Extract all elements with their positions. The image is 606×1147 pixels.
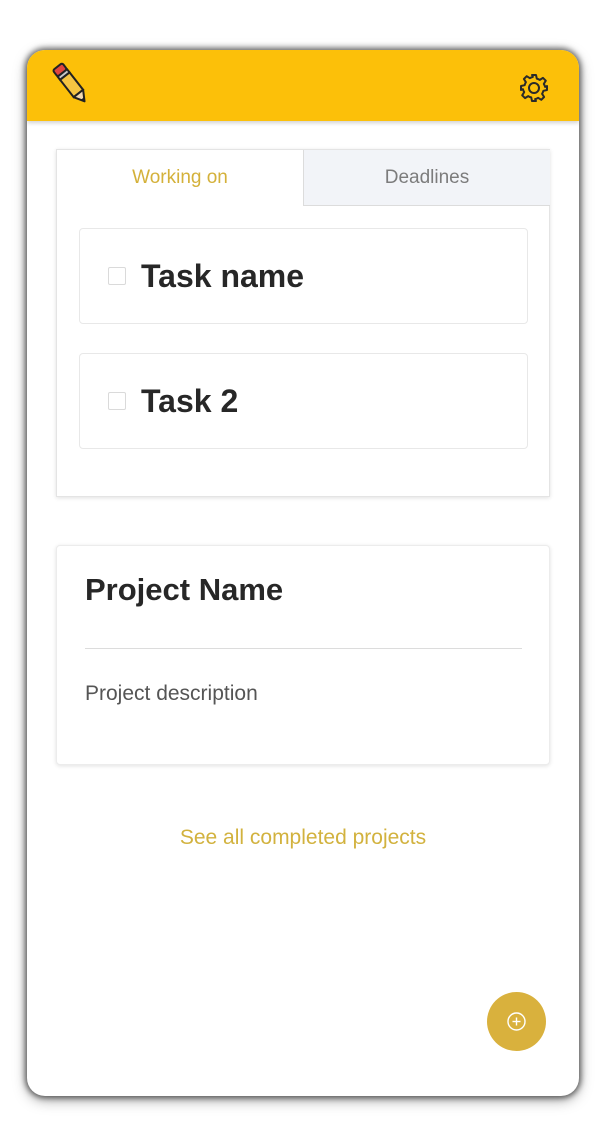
project-description: Project description (85, 682, 258, 705)
task-item[interactable]: Task 2 (79, 353, 528, 449)
gear-icon[interactable] (518, 72, 550, 104)
pencil-icon[interactable] (51, 60, 91, 108)
task-checkbox[interactable] (108, 392, 126, 410)
task-label: Task 2 (141, 383, 239, 419)
see-completed-projects-link[interactable]: See all completed projects (27, 826, 579, 850)
tab-deadlines[interactable]: Deadlines (303, 150, 550, 206)
app-screen: Working on Deadlines Task name Task 2 Pr… (27, 50, 579, 1096)
task-tabs: Working on Deadlines (57, 150, 551, 206)
task-checkbox[interactable] (108, 267, 126, 285)
add-button[interactable] (487, 992, 546, 1051)
tasks-card: Working on Deadlines Task name Task 2 (56, 149, 550, 497)
project-title: Project Name (85, 572, 284, 607)
divider (85, 648, 522, 649)
app-bar (27, 50, 579, 121)
tab-working-on[interactable]: Working on (57, 150, 303, 206)
task-item[interactable]: Task name (79, 228, 528, 324)
project-card[interactable]: Project Name Project description (56, 545, 550, 765)
task-label: Task name (141, 258, 305, 294)
